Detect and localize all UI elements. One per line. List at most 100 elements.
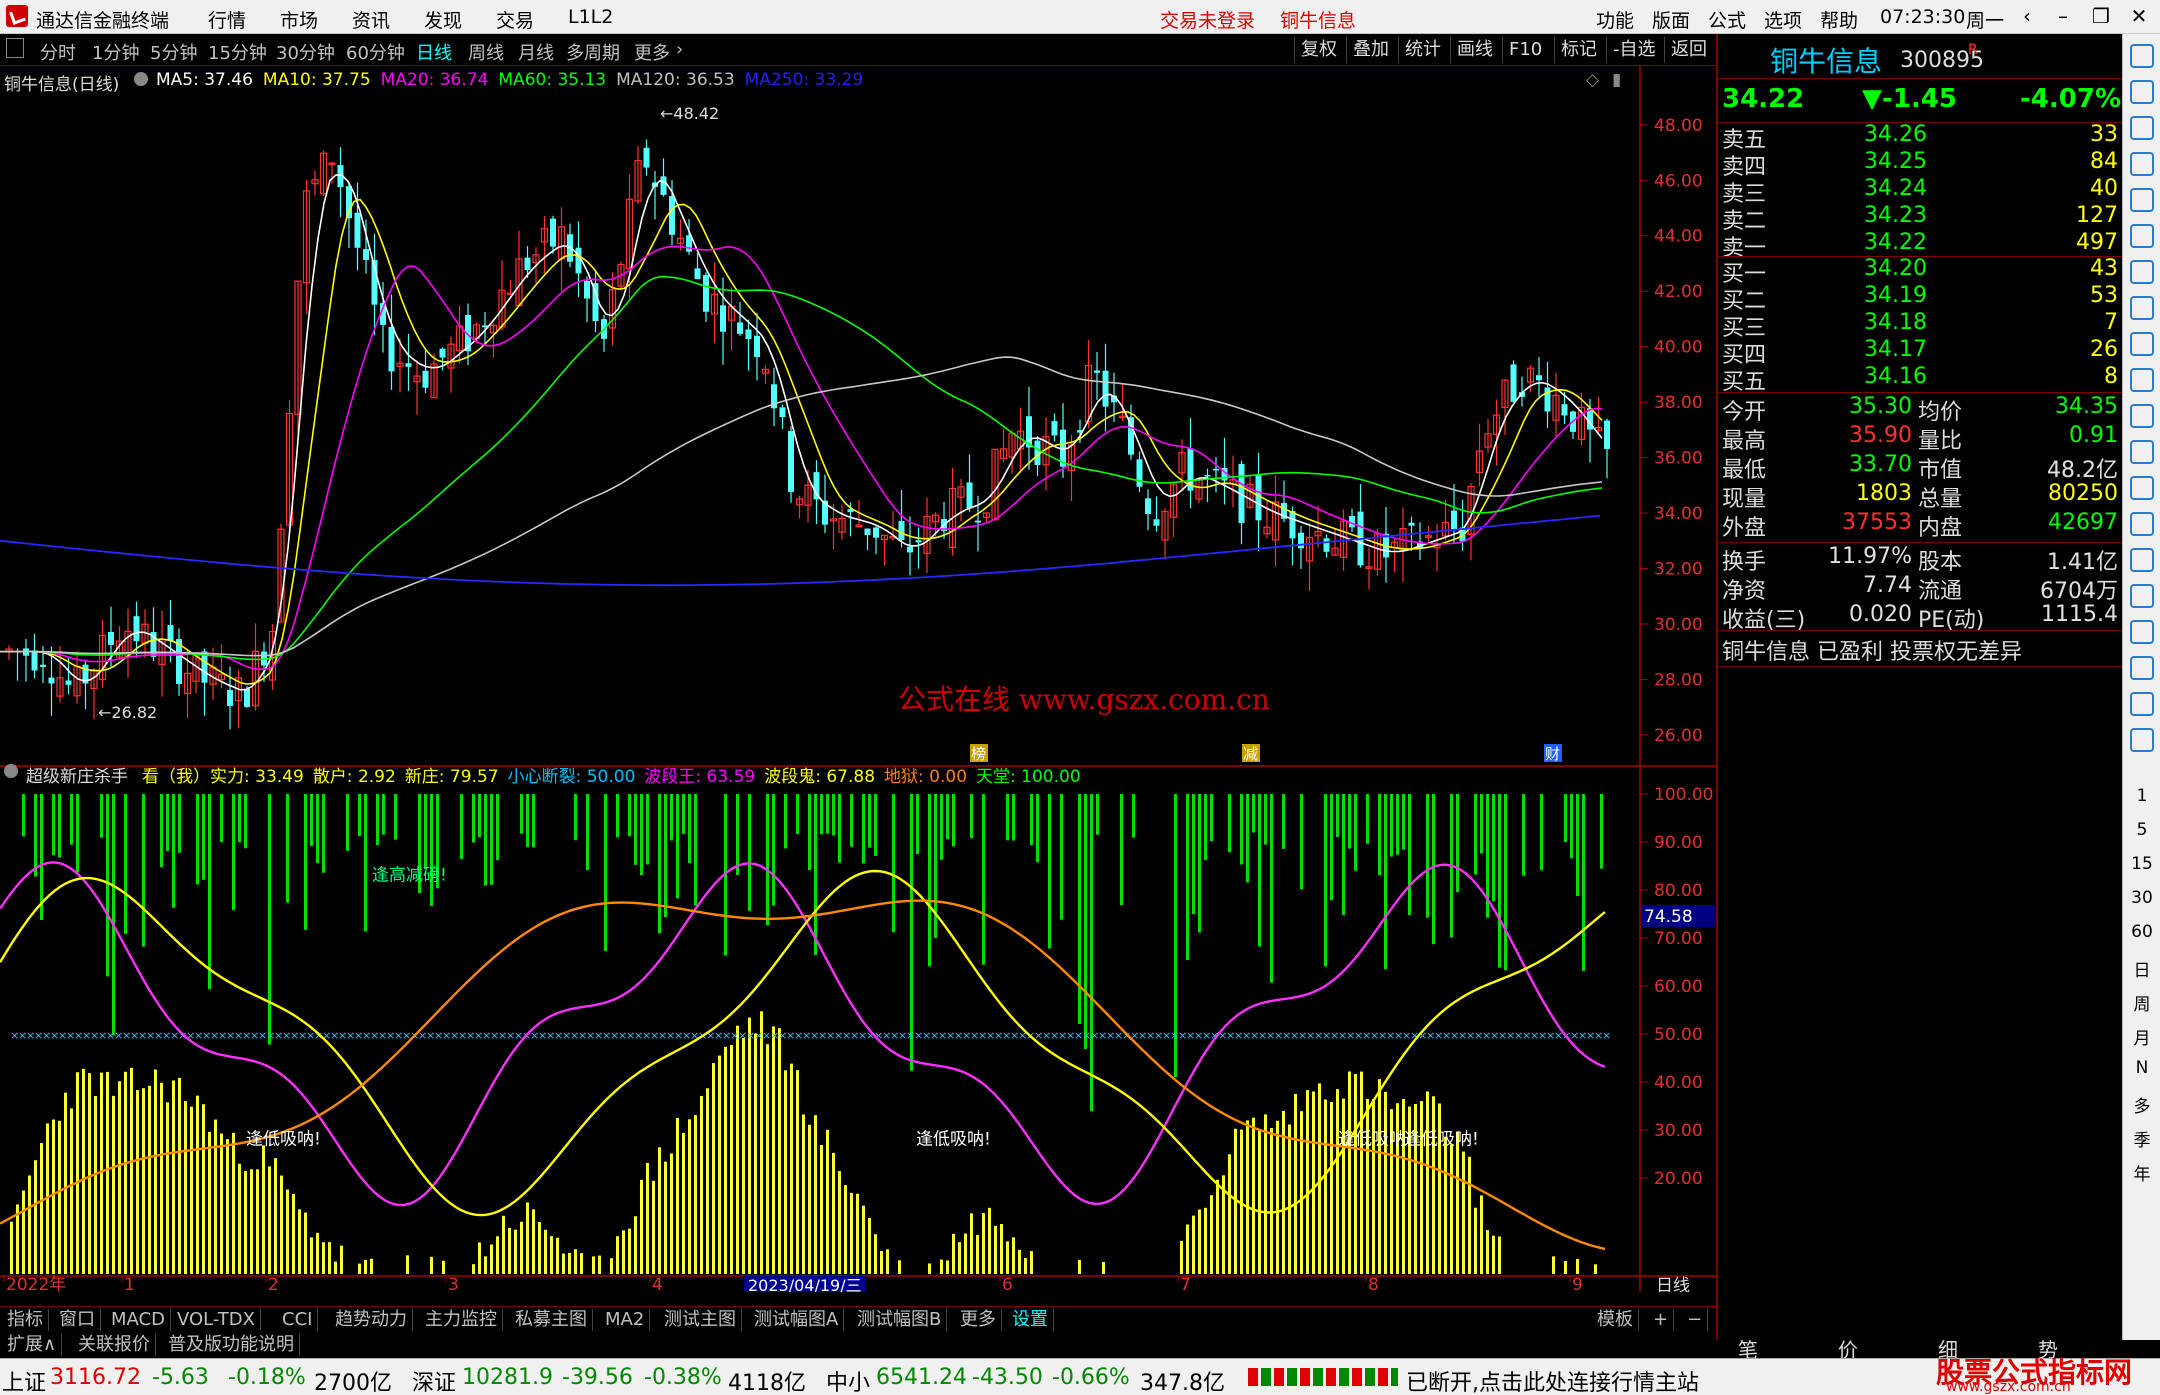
menu-news[interactable]: 资讯 xyxy=(352,6,390,33)
up-arrow-outline-icon[interactable] xyxy=(2130,80,2154,104)
btn-draw[interactable]: 画线 xyxy=(1450,37,1499,63)
indicator-tab-7[interactable]: 私募主图 xyxy=(510,1309,593,1331)
indicator-settings-icon[interactable] xyxy=(4,764,18,778)
indicator-tab-4[interactable]: CCI xyxy=(277,1309,319,1331)
bids-row[interactable]: 买二 34.19 53 xyxy=(1718,283,2122,314)
period-60min[interactable]: 60分钟 xyxy=(346,39,405,65)
trend-icon[interactable] xyxy=(2130,224,2154,248)
panel-toggle-icon[interactable] xyxy=(6,38,24,58)
move-icon[interactable] xyxy=(2130,620,2154,644)
list-icon[interactable] xyxy=(2130,152,2154,176)
indicator-tab-8[interactable]: MA2 xyxy=(600,1309,651,1331)
ext-tab-1[interactable]: 关联报价 xyxy=(73,1334,156,1356)
menu-formula[interactable]: 公式 xyxy=(1708,6,1746,33)
indicator-tab-11[interactable]: 测试幅图B xyxy=(852,1309,948,1331)
fund-icon[interactable] xyxy=(2130,332,2154,356)
bids-row[interactable]: 买五 34.16 8 xyxy=(1718,364,2122,395)
period-shortcut-8[interactable]: N xyxy=(2123,1058,2160,1078)
period-shortcut-3[interactable]: 30 xyxy=(2123,888,2160,908)
period-shortcut-4[interactable]: 60 xyxy=(2123,922,2160,942)
period-shortcut-5[interactable]: 日 xyxy=(2123,956,2160,981)
tab-right-1[interactable]: + xyxy=(1648,1309,1675,1331)
tab-right-2[interactable]: − xyxy=(1682,1309,1709,1331)
pen-icon[interactable] xyxy=(2130,656,2154,680)
indicator-tab-0[interactable]: 指标 xyxy=(2,1309,49,1331)
restore-icon[interactable]: ❐ xyxy=(2084,4,2118,30)
indicator-tab-3[interactable]: VOL-TDX xyxy=(172,1309,261,1331)
period-more[interactable]: 更多 xyxy=(634,39,670,65)
bids-row[interactable]: 买三 34.18 7 xyxy=(1718,310,2122,341)
chart-icon[interactable] xyxy=(2130,548,2154,572)
period-1min[interactable]: 1分钟 xyxy=(92,39,139,65)
asks-row[interactable]: 卖三 34.24 40 xyxy=(1718,176,2122,207)
period-shortcut-6[interactable]: 周 xyxy=(2123,990,2160,1015)
period-5min[interactable]: 5分钟 xyxy=(150,39,197,65)
indicator-tab-10[interactable]: 测试幅图A xyxy=(749,1309,845,1331)
diamond-icon[interactable]: ◇ xyxy=(1586,70,1599,90)
up-arrow-icon[interactable] xyxy=(2130,44,2154,68)
period-shortcut-0[interactable]: 1 xyxy=(2123,786,2160,806)
grid-icon[interactable] xyxy=(2130,188,2154,212)
btn-watchlist[interactable]: -自选 xyxy=(1606,37,1662,63)
period-30min[interactable]: 30分钟 xyxy=(276,39,335,65)
rsi-icon[interactable] xyxy=(2130,584,2154,608)
period-shortcut-10[interactable]: 季 xyxy=(2123,1126,2160,1151)
doc-icon[interactable] xyxy=(2130,404,2154,428)
btn-overlay[interactable]: 叠加 xyxy=(1346,37,1395,63)
btn-f10[interactable]: F10 xyxy=(1502,37,1548,63)
btn-mark[interactable]: 标记 xyxy=(1554,37,1603,63)
menu-layout[interactable]: 版面 xyxy=(1652,6,1690,33)
chevron-right-icon[interactable]: › xyxy=(676,39,683,60)
btn-stats[interactable]: 统计 xyxy=(1398,37,1447,63)
period-monthly[interactable]: 月线 xyxy=(518,39,554,65)
period-weekly[interactable]: 周线 xyxy=(468,39,504,65)
image-icon[interactable] xyxy=(2130,728,2154,752)
down-arrow-icon[interactable] xyxy=(2130,116,2154,140)
period-intraday[interactable]: 分时 xyxy=(40,39,76,65)
period-shortcut-11[interactable]: 年 xyxy=(2123,1160,2160,1185)
menu-help[interactable]: 帮助 xyxy=(1820,6,1858,33)
menu-function[interactable]: 功能 xyxy=(1596,6,1634,33)
kline-chart-svg[interactable]: 48.00 46.00 44.00 42.00 40.00 38.00 36.00 34.00… xyxy=(0,66,1716,1292)
tab-right-0[interactable]: 模板 xyxy=(1592,1309,1639,1331)
menu-discover[interactable]: 发现 xyxy=(424,6,462,33)
period-shortcut-7[interactable]: 月 xyxy=(2123,1024,2160,1049)
bids-row[interactable]: 买一 34.20 43 xyxy=(1718,256,2122,287)
menu-l1l2[interactable]: L1L2 xyxy=(568,6,613,28)
period-shortcut-9[interactable]: 多 xyxy=(2123,1092,2160,1117)
close-icon[interactable]: ✕ xyxy=(2122,4,2156,30)
asks-row[interactable]: 卖二 34.23 127 xyxy=(1718,203,2122,234)
bids-row[interactable]: 买四 34.17 26 xyxy=(1718,337,2122,368)
connection-status[interactable]: 已断开,点击此处连接行情主站 xyxy=(1406,1365,1699,1395)
note-icon[interactable] xyxy=(2130,440,2154,464)
minimize-icon[interactable]: – xyxy=(2046,4,2080,30)
indicator-tab-1[interactable]: 窗口 xyxy=(54,1309,101,1331)
indicator-tab-12[interactable]: 更多 xyxy=(955,1309,1002,1331)
menu-market[interactable]: 市场 xyxy=(280,6,318,33)
chart-area[interactable]: 48.00 46.00 44.00 42.00 40.00 38.00 36.00 34.00… xyxy=(0,66,1716,1292)
chat-icon[interactable] xyxy=(2130,476,2154,500)
indicator-tab-9[interactable]: 测试主图 xyxy=(659,1309,742,1331)
period-shortcut-2[interactable]: 15 xyxy=(2123,854,2160,874)
candle-icon[interactable] xyxy=(2130,260,2154,284)
period-daily[interactable]: 日线 xyxy=(416,39,452,65)
login-status[interactable]: 交易未登录 xyxy=(1160,6,1255,33)
period-15min[interactable]: 15分钟 xyxy=(208,39,267,65)
asks-row[interactable]: 卖一 34.22 497 xyxy=(1718,230,2122,261)
menu-options[interactable]: 选项 xyxy=(1764,6,1802,33)
menu-quotes[interactable]: 行情 xyxy=(208,6,246,33)
back-icon[interactable]: ‹ xyxy=(2010,4,2044,30)
indicator-tab-13[interactable]: 设置 xyxy=(1007,1309,1054,1331)
indicator-tab-6[interactable]: 主力监控 xyxy=(420,1309,503,1331)
btn-adjust[interactable]: 复权 xyxy=(1294,37,1343,63)
period-multi[interactable]: 多周期 xyxy=(566,39,620,65)
ext-tab-2[interactable]: 普及版功能说明 xyxy=(163,1334,300,1356)
fs-icon[interactable] xyxy=(2130,692,2154,716)
indicator-tab-2[interactable]: MACD xyxy=(106,1309,171,1331)
period-shortcut-1[interactable]: 5 xyxy=(2123,820,2160,840)
news-icon[interactable] xyxy=(2130,368,2154,392)
table-icon[interactable] xyxy=(2130,296,2154,320)
settings-dot-icon[interactable] xyxy=(134,72,148,86)
scroll-icon[interactable]: ▮ xyxy=(1612,70,1621,90)
menu-trade[interactable]: 交易 xyxy=(496,6,534,33)
